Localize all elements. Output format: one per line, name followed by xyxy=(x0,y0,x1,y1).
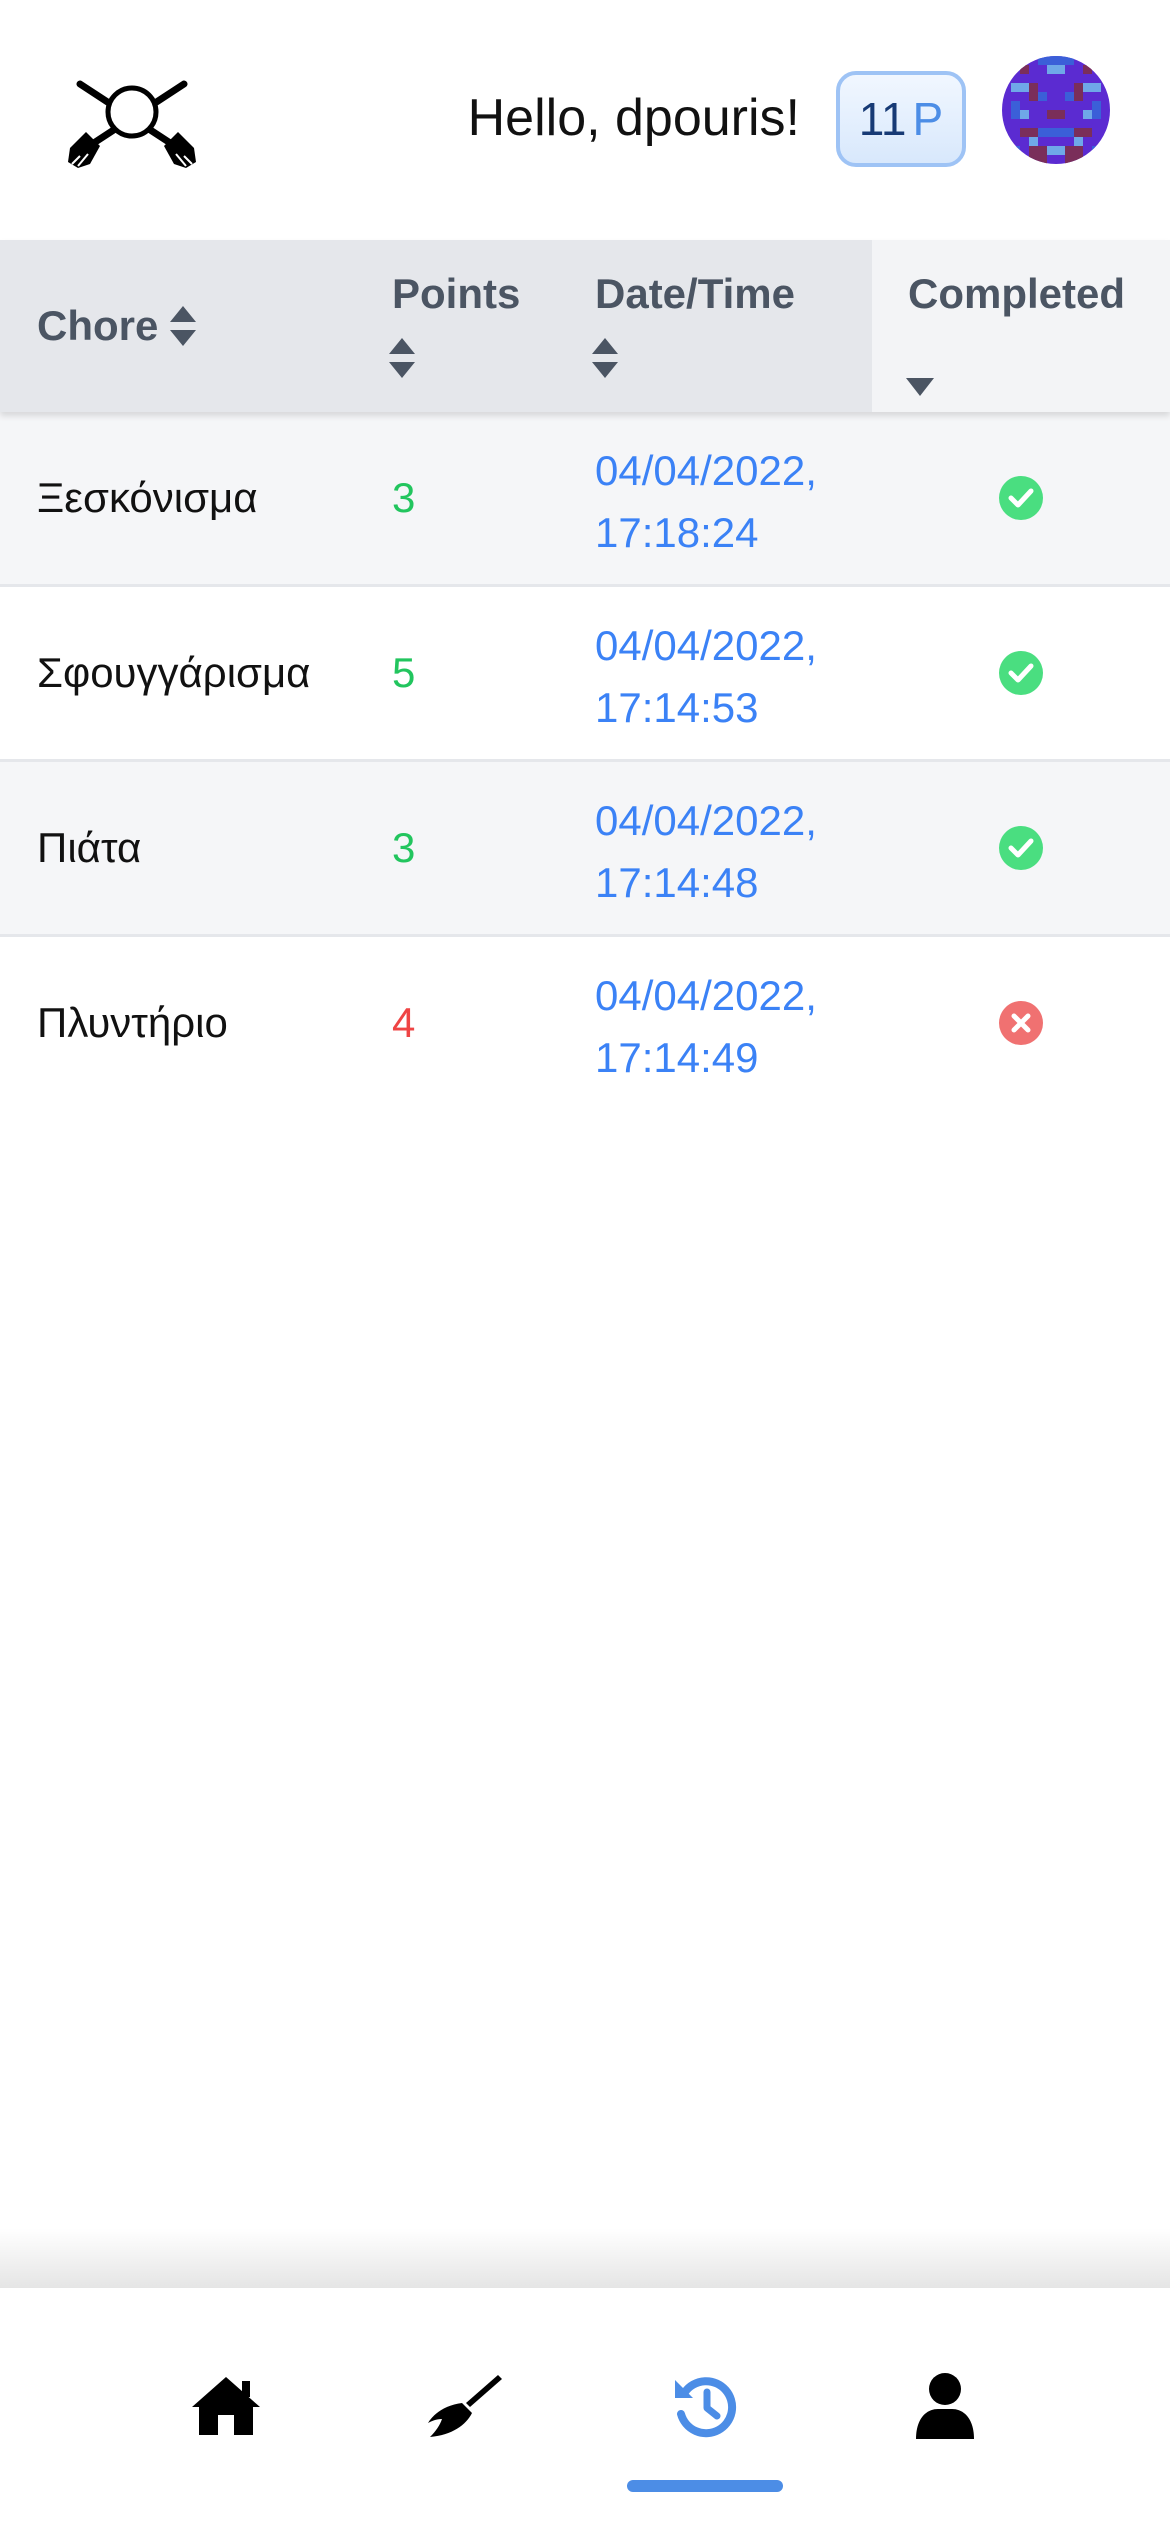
column-header-chore[interactable]: Chore xyxy=(0,240,360,412)
points-badge[interactable]: 11 P xyxy=(836,71,966,167)
chore-datetime: 04/04/2022, 17:18:24 xyxy=(595,440,817,564)
chore-date: 04/04/2022, xyxy=(595,447,817,494)
crossed-brooms-icon[interactable] xyxy=(66,70,198,170)
chore-points: 4 xyxy=(392,999,416,1046)
bottom-navigation xyxy=(0,2288,1170,2532)
chore-datetime: 04/04/2022, 17:14:53 xyxy=(595,615,817,739)
nav-active-indicator xyxy=(627,2480,783,2492)
table-row[interactable]: Ξεσκόνισμα 3 04/04/2022, 17:18:24 xyxy=(0,412,1170,587)
nav-chores[interactable] xyxy=(424,2368,504,2448)
column-header-completed[interactable]: Completed xyxy=(872,240,1170,412)
column-label-chore: Chore xyxy=(37,302,159,349)
chore-datetime: 04/04/2022, 17:14:48 xyxy=(595,790,817,914)
sort-both-icon xyxy=(592,338,618,388)
column-label-completed: Completed xyxy=(908,270,1126,317)
avatar[interactable] xyxy=(1002,56,1110,164)
history-icon xyxy=(671,2372,739,2445)
chore-date: 04/04/2022, xyxy=(595,797,817,844)
table-row[interactable]: Σφουγγάρισμα 5 04/04/2022, 17:14:53 xyxy=(0,587,1170,762)
sort-desc-icon xyxy=(906,358,934,406)
home-icon xyxy=(190,2375,262,2442)
nav-home[interactable] xyxy=(186,2368,266,2448)
column-header-points[interactable]: Points xyxy=(360,240,560,412)
chore-datetime: 04/04/2022, 17:14:49 xyxy=(595,965,817,1089)
column-label-points: Points xyxy=(392,270,521,317)
chore-points: 3 xyxy=(392,474,416,521)
chore-name: Ξεσκόνισμα xyxy=(37,474,258,521)
check-circle-icon xyxy=(999,476,1043,520)
nav-history[interactable] xyxy=(665,2368,745,2448)
column-label-datetime: Date/Time xyxy=(595,270,795,317)
nav-profile[interactable] xyxy=(905,2368,985,2448)
app-root: Hello, dpouris! 11 P Chore Points Date/T… xyxy=(0,0,1170,2532)
greeting-text: Hello, dpouris! xyxy=(467,89,800,147)
chore-name: Πλυντήριο xyxy=(37,999,228,1046)
chore-date: 04/04/2022, xyxy=(595,622,817,669)
chore-history-table: Chore Points Date/Time Completed Ξεσκόνι… xyxy=(0,240,1170,1112)
check-circle-icon xyxy=(999,826,1043,870)
sort-both-icon xyxy=(389,338,415,388)
table-header: Chore Points Date/Time Completed xyxy=(0,240,1170,412)
chore-time: 17:14:49 xyxy=(595,1034,759,1081)
check-circle-icon xyxy=(999,651,1043,695)
chore-points: 3 xyxy=(392,824,416,871)
points-unit: P xyxy=(912,93,944,145)
points-value: 11 xyxy=(858,93,907,145)
broom-icon xyxy=(426,2373,502,2444)
bottom-nav-shadow xyxy=(0,2228,1170,2288)
chore-time: 17:14:53 xyxy=(595,684,759,731)
app-header: Hello, dpouris! 11 P xyxy=(0,0,1170,240)
chore-time: 17:18:24 xyxy=(595,509,759,556)
chore-date: 04/04/2022, xyxy=(595,972,817,1019)
sort-both-icon xyxy=(170,306,196,356)
chore-time: 17:14:48 xyxy=(595,859,759,906)
table-row[interactable]: Πιάτα 3 04/04/2022, 17:14:48 xyxy=(0,762,1170,937)
table-row[interactable]: Πλυντήριο 4 04/04/2022, 17:14:49 xyxy=(0,937,1170,1112)
x-circle-icon xyxy=(999,1001,1043,1045)
chore-name: Πιάτα xyxy=(37,824,142,871)
user-icon xyxy=(916,2372,974,2444)
chore-points: 5 xyxy=(392,649,416,696)
column-header-datetime[interactable]: Date/Time xyxy=(560,240,872,412)
chore-name: Σφουγγάρισμα xyxy=(37,649,311,696)
